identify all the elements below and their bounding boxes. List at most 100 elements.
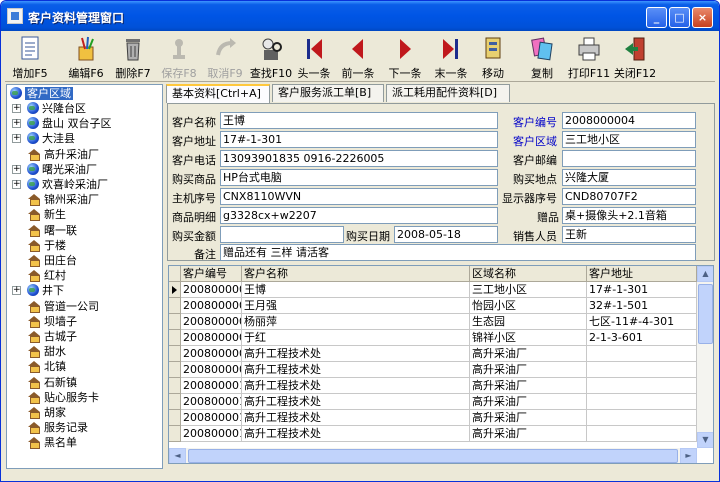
table-cell[interactable]: 锦祥小区: [470, 330, 587, 346]
table-cell[interactable]: 2008000010: [181, 378, 242, 394]
expand-toggle[interactable]: +: [12, 286, 21, 296]
row-indicator[interactable]: [169, 346, 181, 362]
tree-item[interactable]: 黑名单: [27, 435, 77, 450]
table-cell[interactable]: 高升采油厂: [470, 378, 587, 394]
table-cell[interactable]: 2-1-3-601: [587, 330, 697, 346]
tree-item[interactable]: + 大洼县: [12, 131, 75, 146]
table-cell[interactable]: [587, 378, 697, 394]
row-indicator[interactable]: [169, 298, 181, 314]
customer-postcode-field[interactable]: [562, 150, 696, 167]
row-indicator[interactable]: [169, 394, 181, 410]
row-indicator[interactable]: [169, 330, 181, 346]
tree-item[interactable]: 高升采油厂: [27, 147, 99, 162]
table-cell[interactable]: 怡园小区: [470, 298, 587, 314]
table-cell[interactable]: 王月强: [242, 298, 470, 314]
table-cell[interactable]: 2008000008: [181, 346, 242, 362]
table-cell[interactable]: 高升采油厂: [470, 394, 587, 410]
row-indicator[interactable]: [169, 362, 181, 378]
salesperson-field[interactable]: 王新: [562, 226, 696, 243]
table-cell[interactable]: 2008000006: [181, 314, 242, 330]
scroll-left-button[interactable]: ◄: [169, 448, 186, 463]
table-cell[interactable]: 2008000007: [181, 330, 242, 346]
maximize-button[interactable]: □: [669, 7, 690, 28]
row-indicator[interactable]: [169, 410, 181, 426]
tree-item[interactable]: + 曙光采油厂: [12, 162, 97, 177]
table-cell[interactable]: 杨丽萍: [242, 314, 470, 330]
table-cell[interactable]: 三工地小区: [470, 282, 587, 298]
note-field[interactable]: 赠品还有 三样 请活客: [220, 244, 696, 261]
table-cell[interactable]: [587, 394, 697, 410]
table-cell[interactable]: [587, 362, 697, 378]
expand-toggle[interactable]: +: [12, 104, 21, 113]
tree-item[interactable]: 田庄台: [27, 253, 77, 268]
delete-button[interactable]: 删除F7: [112, 33, 154, 81]
tree-item[interactable]: + 盘山 双台子区: [12, 116, 112, 131]
table-cell[interactable]: 高升工程技术处: [242, 362, 470, 378]
title-bar[interactable]: 客户资料管理窗口 _ □ ×: [1, 1, 719, 31]
purchase-amount-field[interactable]: [220, 226, 344, 243]
expand-toggle[interactable]: +: [12, 180, 21, 189]
table-cell[interactable]: 王博: [242, 282, 470, 298]
tree-item[interactable]: 坝墙子: [27, 314, 77, 329]
table-cell[interactable]: [587, 346, 697, 362]
customer-phone-field[interactable]: 13093901835 0916-2226005: [220, 150, 498, 167]
last-record-button[interactable]: 末一条: [431, 33, 471, 81]
table-cell[interactable]: 高升采油厂: [470, 346, 587, 362]
move-button[interactable]: 移动: [476, 33, 510, 81]
table-cell[interactable]: 2008000005: [181, 298, 242, 314]
row-indicator[interactable]: [169, 314, 181, 330]
column-header-area[interactable]: 区域名称: [470, 266, 587, 282]
customer-area-field[interactable]: 三工地小区: [562, 131, 696, 148]
tree-item[interactable]: 石新镇: [27, 375, 77, 390]
find-button[interactable]: 查找F10: [248, 33, 294, 81]
scroll-up-button[interactable]: ▲: [697, 266, 713, 282]
expand-toggle[interactable]: +: [12, 119, 21, 129]
table-cell[interactable]: 2008000011: [181, 394, 242, 410]
scroll-down-button[interactable]: ▼: [697, 432, 713, 448]
close-button[interactable]: 关闭F12: [612, 33, 658, 81]
table-cell[interactable]: [587, 426, 697, 442]
table-cell[interactable]: 17#-1-301: [587, 282, 697, 298]
table-cell[interactable]: 高升工程技术处: [242, 394, 470, 410]
tab-basic-info[interactable]: 基本资料[Ctrl+A]: [166, 84, 270, 103]
minimize-button[interactable]: _: [646, 7, 667, 28]
tree-item[interactable]: 服务记录: [27, 420, 88, 435]
table-cell[interactable]: 高升采油厂: [470, 426, 587, 442]
customer-code-field[interactable]: 2008000004: [562, 112, 696, 129]
table-cell[interactable]: 2008000004: [181, 282, 242, 298]
host-serial-field[interactable]: CNX8110WVN: [220, 188, 498, 205]
table-cell[interactable]: [587, 410, 697, 426]
horizontal-scroll-thumb[interactable]: [188, 449, 678, 463]
product-field[interactable]: HP台式电脑: [220, 169, 498, 186]
table-cell[interactable]: 于红: [242, 330, 470, 346]
tree-item[interactable]: 胡家: [27, 405, 66, 420]
customer-grid[interactable]: 客户编号 客户名称 区域名称 客户地址 2008000004王博三工地小区17#…: [168, 265, 714, 464]
table-cell[interactable]: 高升工程技术处: [242, 378, 470, 394]
column-header-code[interactable]: 客户编号: [181, 266, 242, 282]
tree-item[interactable]: + 兴隆台区: [12, 101, 86, 116]
customer-name-field[interactable]: 王博: [220, 112, 498, 129]
expand-toggle[interactable]: +: [12, 134, 21, 144]
print-button[interactable]: 打印F11: [566, 33, 612, 81]
tree-item[interactable]: 管道一公司: [27, 299, 99, 314]
region-tree[interactable]: 客户区域 + 兴隆台区 + 盘山 双台子区 + 大洼县 高升采油厂 + 曙光采油厂 + 欢喜岭采油厂…: [6, 84, 163, 469]
vertical-scrollbar[interactable]: ▲ ▼: [697, 266, 713, 448]
table-cell[interactable]: 32#-1-501: [587, 298, 697, 314]
tree-root[interactable]: 客户区域: [10, 86, 73, 101]
table-cell[interactable]: 2008000012: [181, 410, 242, 426]
tree-item[interactable]: 曙一联: [27, 223, 77, 238]
tree-item[interactable]: 北镇: [27, 359, 66, 374]
customer-address-field[interactable]: 17#-1-301: [220, 131, 498, 148]
table-cell[interactable]: 高升工程技术处: [242, 346, 470, 362]
save-button[interactable]: 保存F8: [158, 33, 200, 81]
tree-item[interactable]: 于楼: [27, 238, 66, 253]
tree-item[interactable]: 红村: [27, 268, 66, 283]
table-cell[interactable]: 2008000013: [181, 426, 242, 442]
tree-item[interactable]: 新生: [27, 207, 66, 222]
row-indicator[interactable]: [169, 378, 181, 394]
table-cell[interactable]: 高升采油厂: [470, 410, 587, 426]
edit-button[interactable]: 编辑F6: [65, 33, 107, 81]
purchase-date-field[interactable]: 2008-05-18: [394, 226, 498, 243]
gift-field[interactable]: 桌+摄像头+2.1音箱: [562, 207, 696, 224]
table-cell[interactable]: 生态园: [470, 314, 587, 330]
